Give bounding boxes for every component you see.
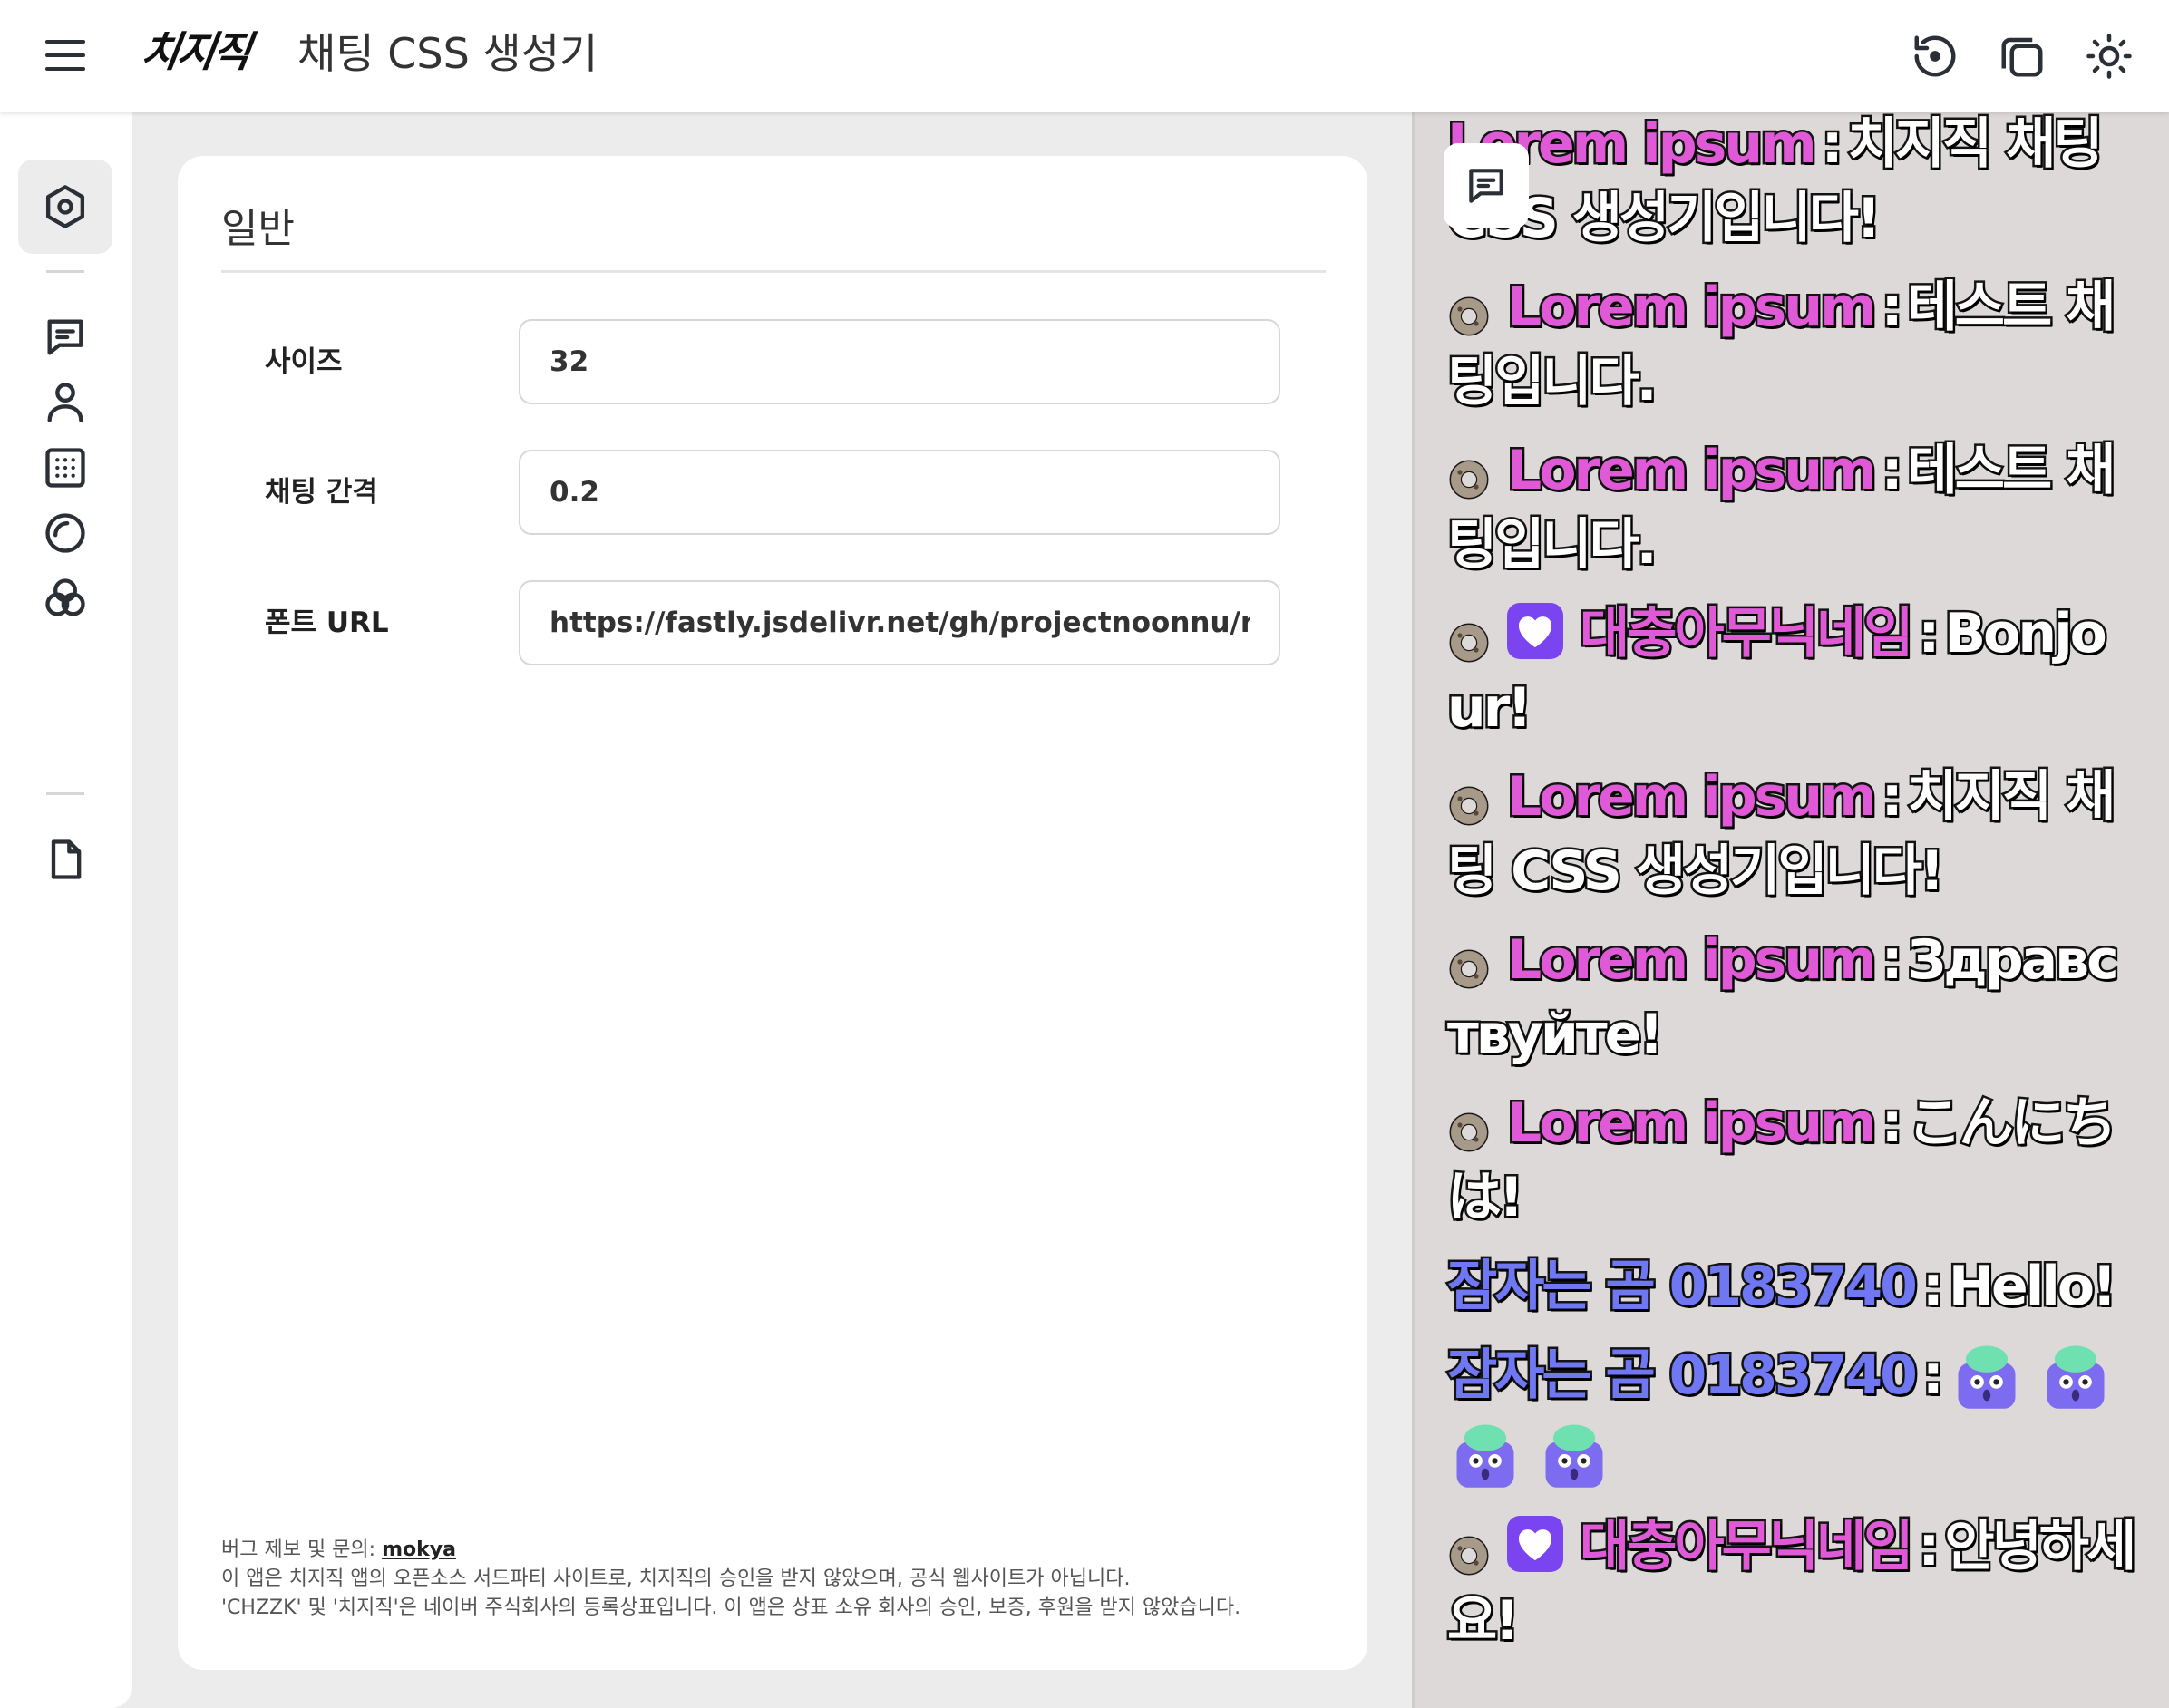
settings-panel: 일반 사이즈 채팅 간격 폰트 URL 버그 제보 및 문의: mokya 이 … (178, 156, 1367, 1670)
sidebar-item-colors[interactable] (18, 551, 112, 645)
chzzk-logo: 치지직 (138, 27, 252, 76)
disclaimer-line: 이 앱은 치지직 앱의 오픈소스 서드파티 사이트로, 치지직의 승인을 받지 … (221, 1567, 1131, 1590)
sidebar-item-general[interactable] (18, 160, 112, 254)
cookie-badge-icon (1447, 936, 1491, 989)
cookie-badge-icon (1447, 1099, 1491, 1152)
cookie-badge-icon (1447, 446, 1491, 500)
menu-icon[interactable] (45, 38, 85, 73)
app-header: 치지직 채팅 CSS 생성기 (0, 0, 2169, 112)
cookie-badge-icon (1447, 283, 1491, 336)
chat-text: Hello! (1946, 1253, 2119, 1321)
bug-report-line: 버그 제보 및 문의: mokya (221, 1536, 1240, 1565)
heart-badge-icon (1507, 603, 1563, 660)
chat-nickname: Lorem ipsum (1505, 274, 1880, 342)
emote-icon (1536, 1415, 1612, 1491)
sidebar-item-file[interactable] (18, 812, 112, 907)
chat-separator: : (1916, 1512, 1942, 1580)
chat-separator: : (1879, 763, 1905, 831)
chat-bubble-icon (1469, 169, 1503, 203)
chat-message: 대충아무닉네임: 안녕하세요! (1444, 1509, 2138, 1658)
chat-separator: : (1920, 1342, 1946, 1410)
chat-separator: : (1916, 600, 1942, 668)
chat-bubble-icon (47, 319, 83, 355)
preview-toggle-button[interactable] (1444, 143, 1529, 228)
sidebar-divider (46, 270, 84, 273)
chat-nickname: 대충아무닉네임 (1577, 1512, 1915, 1580)
chat-separator: : (1879, 274, 1905, 342)
page-title: 채팅 CSS 생성기 (297, 29, 598, 78)
mokya-link[interactable]: mokya (382, 1538, 456, 1561)
chat-message: Lorem ipsum: 테스트 채팅입니다. (1444, 270, 2136, 419)
emote-icon (2038, 1336, 2114, 1412)
chat-message: Lorem ipsum: 테스트 채팅입니다. (1444, 433, 2136, 582)
chat-message: Lorem ipsum: Здравствуйте! (1445, 923, 2136, 1072)
size-label: 사이즈 (265, 345, 343, 378)
reset-icon (1914, 35, 1956, 77)
chat-separator: : (1819, 111, 1845, 179)
chat-spacing-label: 채팅 간격 (265, 476, 378, 509)
chat-message: Lorem ipsum: こんにちは! (1445, 1086, 2136, 1235)
user-icon (47, 383, 83, 422)
copy-button[interactable] (1995, 29, 2049, 83)
chat-message: Lorem ipsum: 치지직 채팅 CSS 생성기입니다! (1444, 760, 2136, 908)
chat-message-list: Lorem ipsum: 치지직 채팅 CSS 생성기입니다! Lorem ipsu… (1444, 107, 2138, 1673)
chat-message: 대충아무닉네임: Bonjour! (1445, 597, 2136, 745)
theme-sun-icon (2086, 34, 2132, 79)
chat-nickname: Lorem ipsum (1505, 1090, 1880, 1158)
emote-icon (1949, 1336, 2025, 1412)
circle-icon (45, 513, 85, 553)
bug-report-text: 버그 제보 및 문의: (221, 1538, 383, 1561)
heart-badge-icon (1507, 1516, 1563, 1573)
section-title: 일반 (221, 206, 295, 252)
chat-message: Lorem ipsum: 치지직 채팅 CSS 생성기입니다! (1445, 107, 2136, 256)
cookie-badge-icon (1447, 609, 1491, 663)
chat-nickname: 잠자는 곰 0183740 (1445, 1342, 1921, 1410)
sidebar-divider (46, 792, 84, 795)
chat-separator: : (1879, 927, 1905, 995)
chat-message: 잠자는 곰 0183740: Hello! (1445, 1249, 2136, 1324)
chat-nickname: Lorem ipsum (1505, 927, 1880, 995)
chat-message: 잠자는 곰 0183740: (1445, 1336, 2136, 1495)
trademark-line: 'CHZZK' 및 '치지직'은 네이버 주식회사의 등록상표입니다. 이 앱은… (221, 1596, 1241, 1619)
hexagon-gear-icon (45, 185, 85, 228)
cookie-badge-icon (1447, 1522, 1491, 1576)
section-divider (221, 270, 1326, 273)
copy-icon (2001, 37, 2043, 77)
size-input[interactable] (519, 319, 1280, 404)
grid-dots-icon (45, 448, 85, 488)
theme-toggle-button[interactable] (2082, 29, 2136, 83)
font-url-input[interactable] (519, 580, 1280, 665)
chat-nickname: Lorem ipsum (1505, 437, 1880, 505)
chat-separator: : (1920, 1253, 1946, 1321)
file-icon (51, 839, 82, 879)
color-circles-icon (45, 578, 85, 616)
chat-separator: : (1879, 437, 1905, 505)
chat-nickname: 대충아무닉네임 (1577, 600, 1915, 668)
chat-separator: : (1879, 1090, 1905, 1158)
sidebar (0, 112, 132, 1708)
chat-nickname: Lorem ipsum (1505, 763, 1880, 831)
chat-nickname: 잠자는 곰 0183740 (1445, 1253, 1921, 1321)
cookie-badge-icon (1447, 772, 1491, 826)
emote-icon (1447, 1415, 1523, 1491)
font-url-label: 폰트 URL (265, 607, 389, 639)
reset-button[interactable] (1908, 29, 1962, 83)
footer-notice: 버그 제보 및 문의: mokya 이 앱은 치지직 앱의 오픈소스 서드파티 … (221, 1536, 1240, 1623)
chat-spacing-input[interactable] (519, 450, 1280, 535)
